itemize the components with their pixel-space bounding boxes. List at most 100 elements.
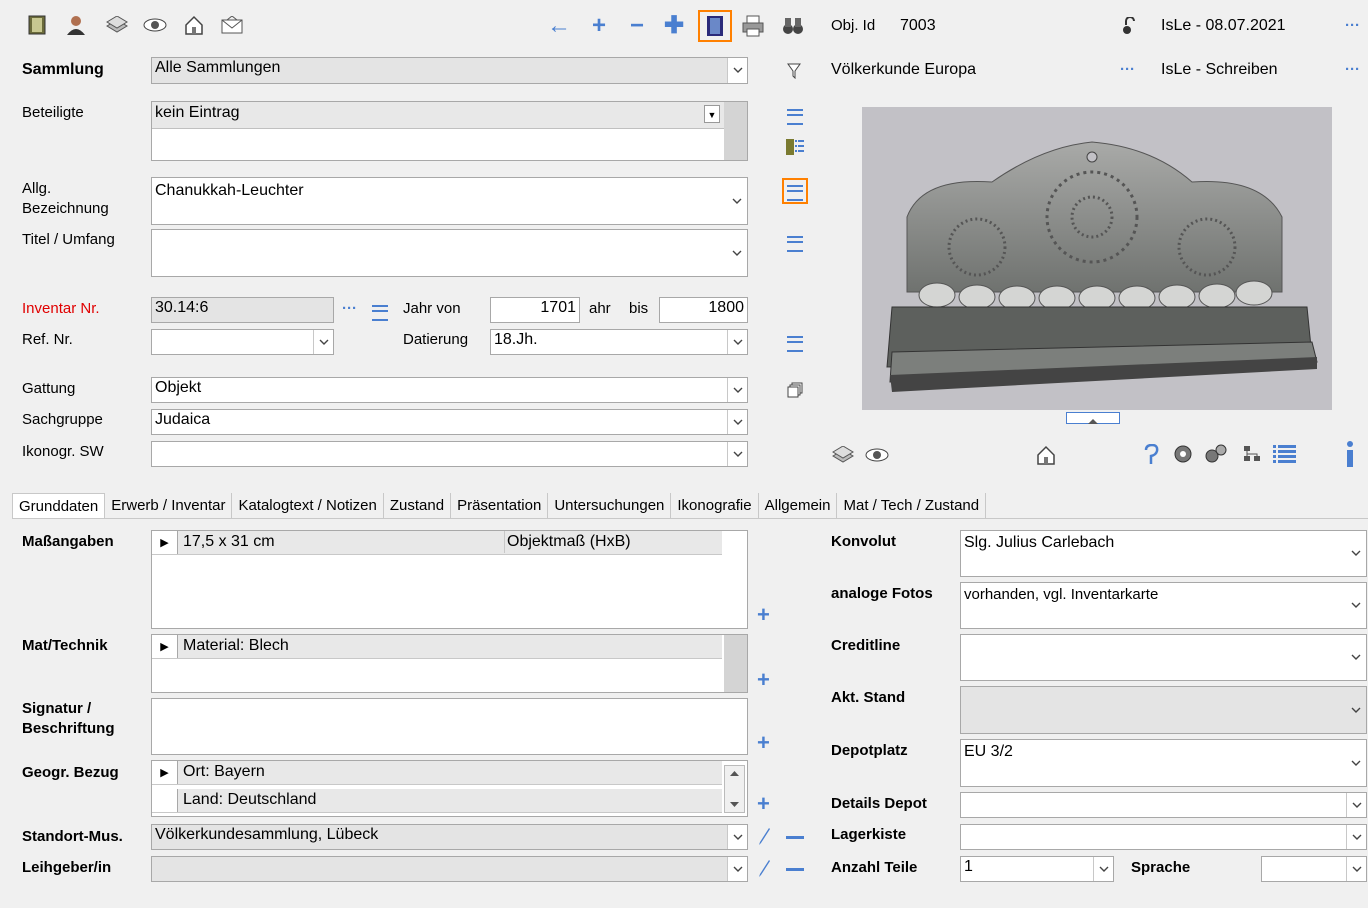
table-row[interactable]: ▶ Material: Blech (152, 635, 722, 659)
chevron-down-icon[interactable] (727, 857, 747, 881)
chevron-down-icon[interactable] (727, 230, 747, 276)
book-list-icon[interactable] (783, 135, 807, 159)
gear-pair-icon[interactable] (1204, 443, 1228, 465)
geo-grid[interactable]: ▶ Ort: Bayern Land: Deutschland (151, 760, 748, 817)
table-row[interactable]: ▶ Ort: Bayern (152, 761, 722, 785)
allg-bezeichnung-field[interactable]: Chanukkah-Leuchter (151, 177, 748, 225)
tab-grunddaten[interactable]: Grunddaten (12, 493, 106, 519)
person-icon[interactable] (64, 14, 88, 36)
home-icon[interactable] (1034, 443, 1058, 467)
eye-icon[interactable] (142, 14, 168, 36)
write-more[interactable]: ··· (1345, 61, 1360, 79)
sprache-select[interactable] (1261, 856, 1367, 882)
record-view-icon[interactable] (698, 10, 732, 42)
teile-select[interactable]: 1 (960, 856, 1114, 882)
gattung-select[interactable]: Objekt (151, 377, 748, 403)
plus-icon[interactable]: + (585, 13, 613, 39)
signatur-grid[interactable] (151, 698, 748, 755)
pen-icon[interactable] (756, 826, 774, 848)
arrow-left-icon[interactable]: ← (545, 13, 573, 39)
scrollbar[interactable] (724, 102, 747, 160)
film-icon[interactable] (26, 14, 48, 36)
leih-select[interactable] (151, 856, 748, 882)
sachgruppe-select[interactable]: Judaica (151, 409, 748, 435)
hierarchy-icon[interactable] (1240, 443, 1264, 465)
chevron-down-icon[interactable] (1346, 687, 1366, 733)
tab-untersuchungen[interactable]: Untersuchungen (548, 493, 672, 519)
table-row[interactable]: Land: Deutschland (152, 789, 722, 813)
list-icon[interactable] (787, 236, 803, 252)
chevron-down-icon[interactable] (727, 825, 747, 849)
titel-field[interactable] (151, 229, 748, 277)
inventar-more[interactable]: ··· (342, 300, 357, 318)
chevron-down-icon[interactable] (1346, 531, 1366, 576)
add-masse-button[interactable]: + (757, 604, 770, 626)
chevron-down-icon[interactable] (1346, 793, 1366, 817)
sammlung-select[interactable]: Alle Sammlungen (151, 57, 748, 84)
inventar-field[interactable]: 30.14:6 (151, 297, 334, 323)
datierung-select[interactable]: 18.Jh. (490, 329, 748, 355)
image-collapse-handle[interactable] (1066, 412, 1120, 424)
tab-allgemein[interactable]: Allgemein (758, 493, 838, 519)
grid-list-icon[interactable] (1270, 443, 1300, 465)
books-icon[interactable] (104, 14, 130, 36)
chevron-down-icon[interactable] (1346, 583, 1366, 628)
remove-standort-button[interactable] (786, 836, 804, 839)
chevron-down-icon[interactable] (1346, 635, 1366, 680)
scrollbar[interactable] (724, 635, 747, 692)
depot-field[interactable]: EU 3/2 (960, 739, 1367, 787)
copy-icon[interactable] (785, 380, 805, 400)
tab-mat-tech-zustand[interactable]: Mat / Tech / Zustand (837, 493, 987, 519)
tab-erwerb-inventar[interactable]: Erwerb / Inventar (105, 493, 233, 519)
jahr-bis-field[interactable]: 1800 (659, 297, 748, 323)
konvolut-field[interactable]: Slg. Julius Carlebach (960, 530, 1367, 577)
undo-arrow-icon[interactable] (1140, 443, 1162, 467)
envelope-icon[interactable] (220, 14, 244, 36)
ref-select[interactable] (151, 329, 334, 355)
jahr-von-field[interactable]: 1701 (490, 297, 580, 323)
object-image[interactable] (862, 107, 1332, 410)
details-select[interactable] (960, 792, 1367, 818)
tab-zustand[interactable]: Zustand (383, 493, 452, 519)
chevron-down-icon[interactable] (1346, 825, 1366, 849)
remove-leih-button[interactable] (786, 868, 804, 871)
collection-more[interactable]: ··· (1120, 61, 1135, 79)
lock-open-icon[interactable] (1120, 16, 1138, 36)
chevron-down-icon[interactable] (1093, 857, 1113, 881)
scrollbar[interactable] (724, 765, 745, 813)
binoculars-icon[interactable] (779, 13, 807, 39)
tab-ikonografie[interactable]: Ikonografie (671, 493, 759, 519)
plus-bold-icon[interactable]: ✚ (660, 13, 688, 39)
disc-icon[interactable] (1172, 443, 1194, 465)
printer-icon[interactable] (738, 13, 768, 39)
ikonogr-select[interactable] (151, 441, 748, 467)
beteiligte-field[interactable]: kein Eintrag ▼ (151, 101, 748, 161)
books-icon[interactable] (830, 444, 856, 466)
home-icon[interactable] (182, 13, 206, 37)
chevron-down-icon[interactable] (727, 410, 747, 434)
chevron-down-icon[interactable] (727, 178, 747, 224)
chevron-down-icon[interactable] (1346, 857, 1366, 881)
mat-grid[interactable]: ▶ Material: Blech (151, 634, 748, 693)
eye-icon[interactable] (864, 444, 890, 466)
filter-icon[interactable] (784, 60, 804, 82)
akt-field[interactable] (960, 686, 1367, 734)
add-mat-button[interactable]: + (757, 669, 770, 691)
list-icon[interactable] (787, 336, 803, 352)
list-icon[interactable] (372, 305, 388, 321)
mini-dropdown-icon[interactable]: ▼ (704, 105, 720, 123)
chevron-down-icon[interactable] (727, 58, 747, 83)
kiste-select[interactable] (960, 824, 1367, 850)
pen-icon[interactable] (756, 858, 774, 880)
credit-field[interactable] (960, 634, 1367, 681)
masse-grid[interactable]: ▶ 17,5 x 31 cm Objektmaß (HxB) (151, 530, 748, 629)
tab-praesentation[interactable]: Präsentation (451, 493, 549, 519)
more-dots[interactable]: ··· (1345, 17, 1360, 35)
add-signatur-button[interactable]: + (757, 732, 770, 754)
fotos-field[interactable]: vorhanden, vgl. Inventarkarte (960, 582, 1367, 629)
chevron-down-icon[interactable] (727, 378, 747, 402)
minus-icon[interactable]: − (624, 13, 650, 39)
info-icon[interactable] (1341, 440, 1359, 468)
tab-katalogtext[interactable]: Katalogtext / Notizen (232, 493, 384, 519)
chevron-down-icon[interactable] (727, 442, 747, 466)
